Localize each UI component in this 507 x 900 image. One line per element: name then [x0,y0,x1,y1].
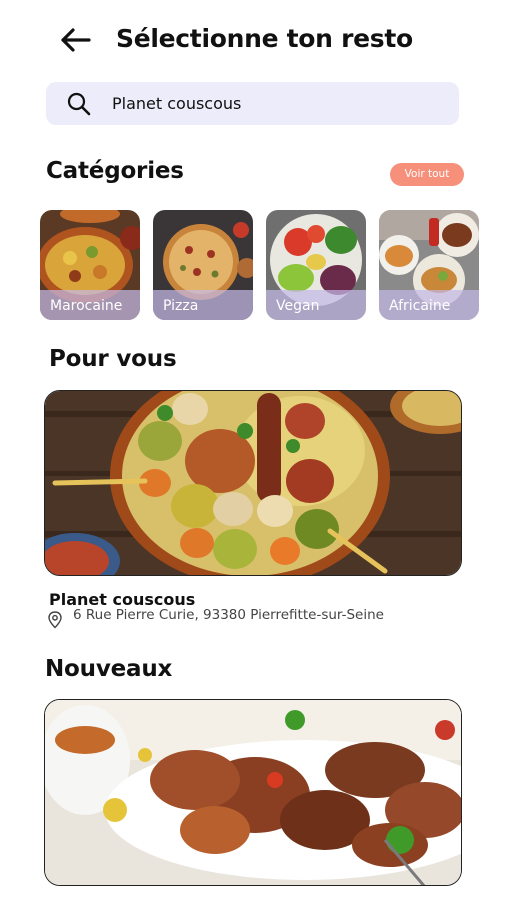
grilled-meat-image [45,700,461,885]
header: Sélectionne ton resto [0,0,507,80]
restaurant-address: 6 Rue Pierre Curie, 93380 Pierrefitte-su… [73,607,384,623]
category-card-pizza[interactable]: Pizza [153,210,253,320]
category-card-marocaine[interactable]: Marocaine [40,210,140,320]
new-restaurant-card[interactable] [44,699,462,886]
category-label: Marocaine [50,298,123,314]
categories-title: Catégories [46,158,184,184]
category-label: Pizza [163,298,199,314]
page-title: Sélectionne ton resto [116,24,413,53]
arrow-left-icon[interactable] [58,22,94,58]
category-label: Vegan [276,298,320,314]
search-icon [67,92,91,116]
category-card-vegan[interactable]: Vegan [266,210,366,320]
featured-restaurant-card[interactable] [44,390,462,576]
couscous-dish-image [45,391,461,575]
new-title: Nouveaux [45,656,173,682]
location-pin-icon [48,611,62,629]
search-input[interactable] [112,82,442,125]
for-you-title: Pour vous [49,346,177,372]
see-all-button[interactable]: Voir tout [390,163,464,186]
category-card-africaine[interactable]: Africaine [379,210,479,320]
category-label: Africaine [389,298,451,314]
search-bar[interactable] [46,82,459,125]
